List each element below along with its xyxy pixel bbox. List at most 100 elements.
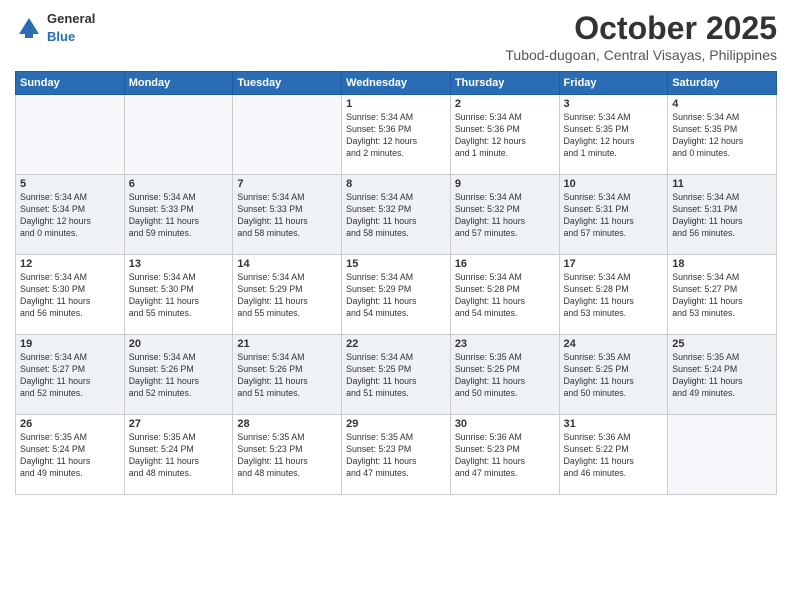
day-info: Sunrise: 5:34 AM Sunset: 5:32 PM Dayligh… (455, 192, 555, 240)
calendar-day: 17 Sunrise: 5:34 AM Sunset: 5:28 PM Dayli… (559, 255, 668, 335)
day-number: 6 (129, 178, 229, 190)
day-number: 5 (20, 178, 120, 190)
day-number: 4 (672, 98, 772, 110)
day-number: 24 (564, 338, 664, 350)
calendar-day: 10Sunrise: 5:34 AM Sunset: 5:31 PM Dayli… (559, 175, 668, 255)
logo-svg-icon (15, 14, 43, 42)
week-row-5: 26 Sunrise: 5:35 AM Sunset: 5:24 PM Dayli… (16, 415, 777, 495)
week-row-3: 12 Sunrise: 5:34 AM Sunset: 5:30 PM Dayli… (16, 255, 777, 335)
day-info: Sunrise: 5:34 AM Sunset: 5:25 PM Dayligh… (346, 352, 446, 400)
calendar-day: 28 Sunrise: 5:35 AM Sunset: 5:23 PM Dayli… (233, 415, 342, 495)
calendar-day: 5 Sunrise: 5:34 AM Sunset: 5:34 PM Daylig… (16, 175, 125, 255)
calendar-day (16, 95, 125, 175)
day-info: Sunrise: 5:34 AM Sunset: 5:36 PM Dayligh… (455, 112, 555, 160)
day-number: 29 (346, 418, 446, 430)
calendar-day: 24Sunrise: 5:35 AM Sunset: 5:25 PM Dayli… (559, 335, 668, 415)
calendar-day: 30 Sunrise: 5:36 AM Sunset: 5:23 PM Dayli… (450, 415, 559, 495)
day-number: 12 (20, 258, 120, 270)
day-number: 14 (237, 258, 337, 270)
calendar-day: 4 Sunrise: 5:34 AM Sunset: 5:35 PM Daylig… (668, 95, 777, 175)
calendar-day: 27 Sunrise: 5:35 AM Sunset: 5:24 PM Dayli… (124, 415, 233, 495)
calendar-day: 25 Sunrise: 5:35 AM Sunset: 5:24 PM Dayli… (668, 335, 777, 415)
logo-text: General Blue (47, 10, 95, 46)
day-info: Sunrise: 5:34 AM Sunset: 5:34 PM Dayligh… (20, 192, 120, 240)
day-number: 2 (455, 98, 555, 110)
day-number: 27 (129, 418, 229, 430)
day-number: 3 (564, 98, 664, 110)
location-subtitle: Tubod-dugoan, Central Visayas, Philippin… (505, 47, 777, 63)
calendar-day: 16Sunrise: 5:34 AM Sunset: 5:28 PM Dayli… (450, 255, 559, 335)
day-info: Sunrise: 5:35 AM Sunset: 5:23 PM Dayligh… (237, 432, 337, 480)
col-saturday: Saturday (668, 72, 777, 95)
calendar-day: 23 Sunrise: 5:35 AM Sunset: 5:25 PM Dayli… (450, 335, 559, 415)
title-block: October 2025 Tubod-dugoan, Central Visay… (505, 10, 777, 63)
day-info: Sunrise: 5:34 AM Sunset: 5:28 PM Dayligh… (455, 272, 555, 320)
day-number: 9 (455, 178, 555, 190)
day-info: Sunrise: 5:36 AM Sunset: 5:23 PM Dayligh… (455, 432, 555, 480)
calendar-day: 7Sunrise: 5:34 AM Sunset: 5:33 PM Daylig… (233, 175, 342, 255)
day-number: 17 (564, 258, 664, 270)
col-thursday: Thursday (450, 72, 559, 95)
day-number: 23 (455, 338, 555, 350)
logo-blue: Blue (47, 29, 75, 44)
calendar-day: 19 Sunrise: 5:34 AM Sunset: 5:27 PM Dayli… (16, 335, 125, 415)
week-row-2: 5 Sunrise: 5:34 AM Sunset: 5:34 PM Daylig… (16, 175, 777, 255)
day-info: Sunrise: 5:35 AM Sunset: 5:24 PM Dayligh… (20, 432, 120, 480)
calendar-day: 9 Sunrise: 5:34 AM Sunset: 5:32 PM Daylig… (450, 175, 559, 255)
week-row-4: 19 Sunrise: 5:34 AM Sunset: 5:27 PM Dayli… (16, 335, 777, 415)
calendar-day: 13Sunrise: 5:34 AM Sunset: 5:30 PM Dayli… (124, 255, 233, 335)
day-info: Sunrise: 5:35 AM Sunset: 5:23 PM Dayligh… (346, 432, 446, 480)
logo-general-text: General (47, 11, 95, 26)
calendar-day (233, 95, 342, 175)
day-info: Sunrise: 5:34 AM Sunset: 5:30 PM Dayligh… (20, 272, 120, 320)
col-monday: Monday (124, 72, 233, 95)
calendar-day: 1 Sunrise: 5:34 AM Sunset: 5:36 PM Daylig… (342, 95, 451, 175)
calendar-day: 31 Sunrise: 5:36 AM Sunset: 5:22 PM Dayli… (559, 415, 668, 495)
logo-icon-area (15, 14, 43, 42)
day-number: 20 (129, 338, 229, 350)
day-number: 19 (20, 338, 120, 350)
day-info: Sunrise: 5:35 AM Sunset: 5:24 PM Dayligh… (672, 352, 772, 400)
day-info: Sunrise: 5:36 AM Sunset: 5:22 PM Dayligh… (564, 432, 664, 480)
day-number: 1 (346, 98, 446, 110)
header: General Blue October 2025 Tubod-dugoan, … (15, 10, 777, 63)
day-info: Sunrise: 5:34 AM Sunset: 5:26 PM Dayligh… (129, 352, 229, 400)
calendar-header-row: Sunday Monday Tuesday Wednesday Thursday… (16, 72, 777, 95)
day-info: Sunrise: 5:34 AM Sunset: 5:35 PM Dayligh… (672, 112, 772, 160)
day-number: 28 (237, 418, 337, 430)
day-info: Sunrise: 5:34 AM Sunset: 5:28 PM Dayligh… (564, 272, 664, 320)
calendar-table: Sunday Monday Tuesday Wednesday Thursday… (15, 71, 777, 495)
calendar-day: 21 Sunrise: 5:34 AM Sunset: 5:26 PM Dayli… (233, 335, 342, 415)
day-number: 31 (564, 418, 664, 430)
day-number: 25 (672, 338, 772, 350)
calendar-day: 26 Sunrise: 5:35 AM Sunset: 5:24 PM Dayli… (16, 415, 125, 495)
calendar-day (124, 95, 233, 175)
calendar-day: 8Sunrise: 5:34 AM Sunset: 5:32 PM Daylig… (342, 175, 451, 255)
logo: General Blue (15, 10, 95, 46)
calendar-day: 12 Sunrise: 5:34 AM Sunset: 5:30 PM Dayli… (16, 255, 125, 335)
page: General Blue October 2025 Tubod-dugoan, … (0, 0, 792, 612)
day-info: Sunrise: 5:34 AM Sunset: 5:29 PM Dayligh… (346, 272, 446, 320)
day-info: Sunrise: 5:35 AM Sunset: 5:24 PM Dayligh… (129, 432, 229, 480)
day-info: Sunrise: 5:34 AM Sunset: 5:29 PM Dayligh… (237, 272, 337, 320)
day-info: Sunrise: 5:34 AM Sunset: 5:30 PM Dayligh… (129, 272, 229, 320)
day-info: Sunrise: 5:35 AM Sunset: 5:25 PM Dayligh… (455, 352, 555, 400)
calendar-day: 11Sunrise: 5:34 AM Sunset: 5:31 PM Dayli… (668, 175, 777, 255)
day-info: Sunrise: 5:34 AM Sunset: 5:31 PM Dayligh… (672, 192, 772, 240)
day-info: Sunrise: 5:34 AM Sunset: 5:27 PM Dayligh… (20, 352, 120, 400)
day-info: Sunrise: 5:34 AM Sunset: 5:36 PM Dayligh… (346, 112, 446, 160)
day-info: Sunrise: 5:34 AM Sunset: 5:33 PM Dayligh… (237, 192, 337, 240)
month-title: October 2025 (505, 10, 777, 47)
day-info: Sunrise: 5:34 AM Sunset: 5:26 PM Dayligh… (237, 352, 337, 400)
day-number: 30 (455, 418, 555, 430)
day-info: Sunrise: 5:34 AM Sunset: 5:33 PM Dayligh… (129, 192, 229, 240)
day-info: Sunrise: 5:34 AM Sunset: 5:27 PM Dayligh… (672, 272, 772, 320)
logo-blue-text: Blue (47, 28, 95, 46)
day-info: Sunrise: 5:34 AM Sunset: 5:31 PM Dayligh… (564, 192, 664, 240)
day-number: 26 (20, 418, 120, 430)
day-number: 21 (237, 338, 337, 350)
calendar-day: 15Sunrise: 5:34 AM Sunset: 5:29 PM Dayli… (342, 255, 451, 335)
calendar-day: 14 Sunrise: 5:34 AM Sunset: 5:29 PM Dayli… (233, 255, 342, 335)
day-number: 18 (672, 258, 772, 270)
calendar-day: 18 Sunrise: 5:34 AM Sunset: 5:27 PM Dayli… (668, 255, 777, 335)
